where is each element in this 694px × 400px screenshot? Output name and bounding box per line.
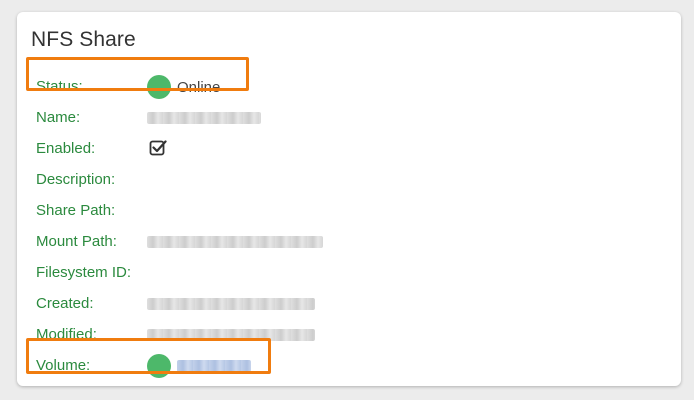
- share-path-row: Share Path:: [36, 200, 656, 222]
- volume-row: Volume:: [36, 354, 656, 378]
- name-value-redacted: [147, 112, 261, 124]
- enabled-label: Enabled:: [36, 140, 96, 157]
- volume-status-indicator-icon: [147, 354, 171, 378]
- modified-label: Modified:: [36, 326, 97, 343]
- description-row: Description:: [36, 169, 656, 191]
- volume-link-redacted[interactable]: [177, 360, 251, 372]
- modified-row: Modified:: [36, 324, 656, 346]
- status-indicator-icon: [147, 75, 171, 99]
- share-path-label: Share Path:: [36, 202, 116, 219]
- enabled-row: Enabled:: [36, 138, 656, 160]
- filesystem-id-label: Filesystem ID:: [36, 264, 132, 281]
- created-label: Created:: [36, 295, 94, 312]
- description-label: Description:: [36, 171, 116, 188]
- filesystem-id-row: Filesystem ID:: [36, 262, 656, 284]
- status-label: Status:: [36, 78, 83, 95]
- created-value-redacted: [147, 298, 315, 310]
- created-row: Created:: [36, 293, 656, 315]
- status-row: Status: Online: [36, 75, 656, 99]
- mount-path-row: Mount Path:: [36, 231, 656, 253]
- mount-path-value-redacted: [147, 236, 323, 248]
- name-row: Name:: [36, 107, 656, 129]
- checkbox-checked-icon[interactable]: [149, 139, 167, 157]
- modified-value-redacted: [147, 329, 315, 341]
- mount-path-label: Mount Path:: [36, 233, 117, 250]
- name-label: Name:: [36, 109, 81, 126]
- nfs-share-panel: NFS Share Status: Online Name: Enabled: …: [17, 12, 681, 386]
- panel-title: NFS Share: [31, 28, 136, 51]
- status-value: Online: [177, 79, 221, 96]
- volume-label: Volume:: [36, 357, 91, 374]
